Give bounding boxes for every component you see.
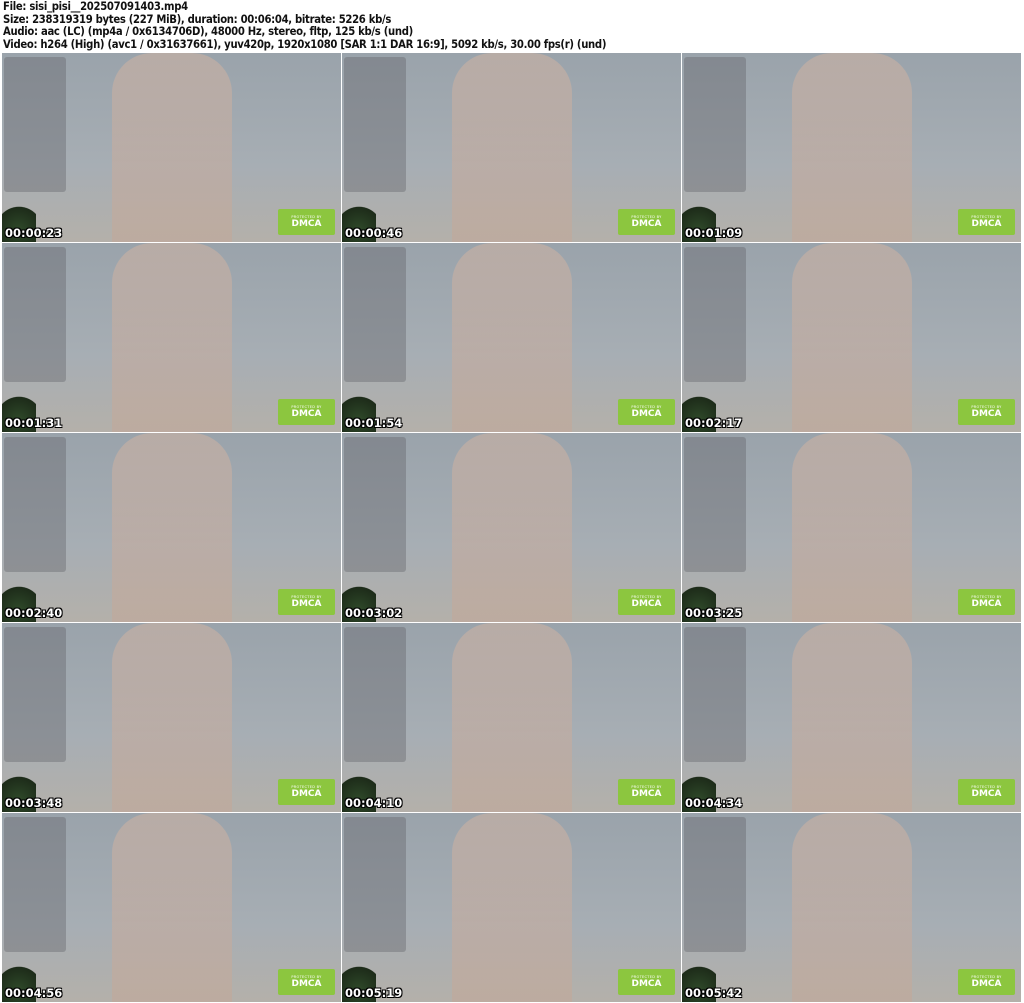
dmca-badge: PROTECTED BY DMCA [278,779,335,805]
overlay-panel [344,57,406,192]
frame-placeholder [111,433,232,622]
video-thumbnail[interactable]: PROTECTED BY DMCA 00:01:31 [2,243,341,432]
video-thumbnail[interactable]: PROTECTED BY DMCA 00:05:42 [682,813,1021,1002]
dmca-badge-label: DMCA [631,219,662,229]
thumbnail-grid: PROTECTED BY DMCA 00:00:23 PROTECTED BY DMCA… [2,53,1021,1002]
dmca-badge-label: DMCA [971,599,1002,609]
overlay-panel [344,627,406,762]
video-thumbnail[interactable]: PROTECTED BY DMCA 00:05:19 [342,813,681,1002]
overlay-panel [4,627,66,762]
overlay-panel [344,247,406,382]
video-thumbnail[interactable]: PROTECTED BY DMCA 00:04:10 [342,623,681,812]
dmca-badge-label: DMCA [291,409,322,419]
overlay-panel [684,627,746,762]
dmca-badge-label: DMCA [291,979,322,989]
timestamp: 00:01:31 [5,416,63,430]
dmca-badge: PROTECTED BY DMCA [278,589,335,615]
frame-placeholder [111,623,232,812]
timestamp: 00:02:17 [685,416,743,430]
timestamp: 00:01:09 [685,226,743,240]
dmca-badge-label: DMCA [631,409,662,419]
timestamp: 00:01:54 [345,416,403,430]
overlay-panel [4,57,66,192]
dmca-badge: PROTECTED BY DMCA [618,969,675,995]
timestamp: 00:04:10 [345,796,403,810]
video-thumbnail[interactable]: PROTECTED BY DMCA 00:00:23 [2,53,341,242]
frame-placeholder [791,813,912,1002]
frame-placeholder [111,813,232,1002]
video-thumbnail[interactable]: PROTECTED BY DMCA 00:03:02 [342,433,681,622]
dmca-badge: PROTECTED BY DMCA [278,399,335,425]
timestamp: 00:04:56 [5,986,63,1000]
timestamp: 00:03:02 [345,606,403,620]
dmca-badge: PROTECTED BY DMCA [618,399,675,425]
dmca-badge-label: DMCA [971,219,1002,229]
video-thumbnail[interactable]: PROTECTED BY DMCA 00:01:09 [682,53,1021,242]
timestamp: 00:04:34 [685,796,743,810]
timestamp: 00:02:40 [5,606,63,620]
file-name: File: sisi_pisi__202507091403.mp4 [3,0,188,13]
video-thumbnail[interactable]: PROTECTED BY DMCA 00:02:40 [2,433,341,622]
video-thumbnail[interactable]: PROTECTED BY DMCA 00:02:17 [682,243,1021,432]
dmca-badge: PROTECTED BY DMCA [958,969,1015,995]
file-info-header: File: sisi_pisi__202507091403.mp4 Size: … [3,0,607,51]
frame-placeholder [451,433,572,622]
dmca-badge-label: DMCA [631,599,662,609]
timestamp: 00:05:42 [685,986,743,1000]
dmca-badge-label: DMCA [971,409,1002,419]
overlay-panel [344,817,406,952]
video-info: Video: h264 (High) (avc1 / 0x31637661), … [3,37,607,51]
frame-placeholder [451,243,572,432]
frame-placeholder [791,243,912,432]
dmca-badge: PROTECTED BY DMCA [958,399,1015,425]
audio-info: Audio: aac (LC) (mp4a / 0x6134706D), 480… [3,25,413,39]
frame-placeholder [111,243,232,432]
video-thumbnail[interactable]: PROTECTED BY DMCA 00:04:56 [2,813,341,1002]
dmca-badge-label: DMCA [631,979,662,989]
overlay-panel [4,437,66,572]
dmca-badge-label: DMCA [291,789,322,799]
frame-placeholder [451,53,572,242]
frame-placeholder [791,53,912,242]
dmca-badge: PROTECTED BY DMCA [278,969,335,995]
dmca-badge-label: DMCA [971,979,1002,989]
video-thumbnail[interactable]: PROTECTED BY DMCA 00:03:25 [682,433,1021,622]
overlay-panel [4,247,66,382]
dmca-badge: PROTECTED BY DMCA [958,779,1015,805]
video-thumbnail[interactable]: PROTECTED BY DMCA 00:01:54 [342,243,681,432]
dmca-badge: PROTECTED BY DMCA [618,589,675,615]
dmca-badge-label: DMCA [631,789,662,799]
dmca-badge-label: DMCA [291,599,322,609]
overlay-panel [684,817,746,952]
dmca-badge-label: DMCA [291,219,322,229]
video-thumbnail[interactable]: PROTECTED BY DMCA 00:04:34 [682,623,1021,812]
timestamp: 00:05:19 [345,986,403,1000]
dmca-badge-label: DMCA [971,789,1002,799]
overlay-panel [344,437,406,572]
timestamp: 00:00:23 [5,226,63,240]
dmca-badge: PROTECTED BY DMCA [958,589,1015,615]
timestamp: 00:03:48 [5,796,63,810]
frame-placeholder [451,623,572,812]
frame-placeholder [791,623,912,812]
timestamp: 00:00:46 [345,226,403,240]
overlay-panel [684,437,746,572]
overlay-panel [684,57,746,192]
frame-placeholder [791,433,912,622]
dmca-badge: PROTECTED BY DMCA [618,779,675,805]
timestamp: 00:03:25 [685,606,743,620]
frame-placeholder [451,813,572,1002]
video-thumbnail[interactable]: PROTECTED BY DMCA 00:03:48 [2,623,341,812]
overlay-panel [684,247,746,382]
dmca-badge: PROTECTED BY DMCA [958,209,1015,235]
dmca-badge: PROTECTED BY DMCA [278,209,335,235]
overlay-panel [4,817,66,952]
dmca-badge: PROTECTED BY DMCA [618,209,675,235]
frame-placeholder [111,53,232,242]
video-thumbnail[interactable]: PROTECTED BY DMCA 00:00:46 [342,53,681,242]
